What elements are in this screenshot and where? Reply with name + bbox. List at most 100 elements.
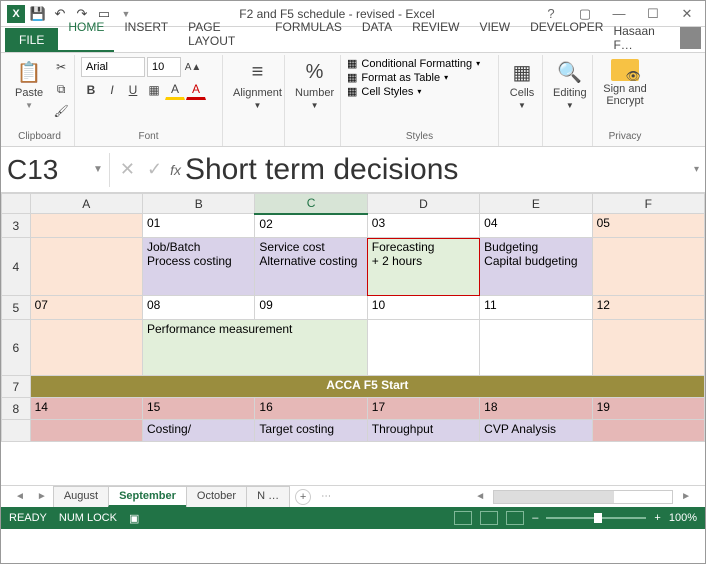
fill-color-button[interactable]: A — [165, 80, 185, 100]
cell[interactable]: Target costing — [255, 420, 367, 442]
cell[interactable]: 15 — [143, 398, 255, 420]
font-color-button[interactable]: A — [186, 80, 206, 100]
italic-button[interactable]: I — [102, 80, 122, 100]
cell[interactable]: 10 — [367, 296, 479, 320]
row-header-7[interactable]: 7 — [2, 376, 31, 398]
cell-styles-button[interactable]: ▦Cell Styles▾ — [347, 85, 480, 98]
row-header-3[interactable]: 3 — [2, 214, 31, 238]
cell[interactable] — [592, 420, 704, 442]
cell[interactable] — [30, 238, 142, 296]
row-header-5[interactable]: 5 — [2, 296, 31, 320]
underline-button[interactable]: U — [123, 80, 143, 100]
spreadsheet-grid[interactable]: ABCDEF301020304054Job/Batch Process cost… — [1, 193, 705, 485]
column-header-E[interactable]: E — [480, 194, 592, 214]
cell[interactable] — [30, 214, 142, 238]
hscroll-left-icon[interactable]: ◄ — [469, 491, 491, 502]
cell[interactable]: 04 — [480, 214, 592, 238]
row-header-4[interactable]: 4 — [2, 238, 31, 296]
zoom-slider[interactable] — [546, 517, 646, 519]
copy-icon[interactable]: ⧉ — [51, 79, 71, 99]
cell[interactable]: 08 — [143, 296, 255, 320]
cell[interactable]: Service cost Alternative costing — [255, 238, 367, 296]
cell[interactable]: 02 — [255, 214, 367, 238]
tab-view[interactable]: VIEW — [469, 15, 520, 52]
cell[interactable]: Performance measurement — [143, 320, 368, 376]
tab-data[interactable]: DATA — [352, 15, 402, 52]
formula-input[interactable] — [185, 153, 690, 187]
close-icon[interactable]: ✕ — [673, 6, 701, 22]
cells-button[interactable]: ▦Cells▼ — [505, 57, 539, 112]
paste-button[interactable]: 📋 Paste ▼ — [11, 57, 47, 112]
cell[interactable] — [30, 420, 142, 442]
grow-font-icon[interactable]: A▲ — [183, 57, 203, 77]
view-page-break-button[interactable] — [506, 511, 524, 525]
column-header-A[interactable]: A — [30, 194, 142, 214]
cell[interactable]: Job/Batch Process costing — [143, 238, 255, 296]
cell[interactable]: 03 — [367, 214, 479, 238]
name-box-dropdown-icon[interactable]: ▼ — [89, 164, 107, 175]
horizontal-scrollbar[interactable] — [493, 490, 673, 504]
view-page-layout-button[interactable] — [480, 511, 498, 525]
cell[interactable]: Budgeting Capital budgeting — [480, 238, 592, 296]
account-user[interactable]: Hasaan F… — [613, 24, 701, 52]
conditional-formatting-button[interactable]: ▦Conditional Formatting▾ — [347, 57, 480, 70]
number-button[interactable]: %Number▼ — [291, 57, 338, 112]
formula-expand-icon[interactable]: ▾ — [694, 164, 699, 175]
sheet-tab-september[interactable]: September — [108, 486, 187, 507]
cut-icon[interactable]: ✂ — [51, 57, 71, 77]
cell[interactable] — [480, 320, 592, 376]
column-header-F[interactable]: F — [592, 194, 704, 214]
sheet-nav-prev-icon[interactable]: ◄ — [9, 491, 31, 502]
view-normal-button[interactable] — [454, 511, 472, 525]
cell[interactable]: CVP Analysis — [480, 420, 592, 442]
font-name-input[interactable] — [81, 57, 145, 77]
sign-encrypt-button[interactable]: Sign and Encrypt — [599, 57, 651, 109]
enter-icon[interactable]: ✓ — [143, 159, 166, 180]
row-header-8[interactable]: 8 — [2, 398, 31, 420]
editing-button[interactable]: 🔍Editing▼ — [549, 57, 591, 112]
cell[interactable]: 17 — [367, 398, 479, 420]
sheet-nav-next-icon[interactable]: ► — [31, 491, 53, 502]
column-header-B[interactable]: B — [143, 194, 255, 214]
tab-developer[interactable]: DEVELOPER — [520, 15, 613, 52]
save-icon[interactable]: 💾 — [29, 5, 47, 23]
cell[interactable] — [592, 238, 704, 296]
row-header-[interactable] — [2, 420, 31, 442]
fx-icon[interactable]: fx — [170, 162, 181, 178]
alignment-button[interactable]: ≡Alignment▼ — [229, 57, 286, 112]
sheet-more-icon[interactable]: ⋯ — [315, 491, 337, 502]
tab-page-layout[interactable]: PAGE LAYOUT — [178, 15, 265, 52]
cell[interactable]: Throughput — [367, 420, 479, 442]
cell[interactable] — [30, 320, 142, 376]
tab-formulas[interactable]: FORMULAS — [265, 15, 352, 52]
bold-button[interactable]: B — [81, 80, 101, 100]
cell[interactable]: Costing/ — [143, 420, 255, 442]
tab-insert[interactable]: INSERT — [114, 15, 178, 52]
new-sheet-button[interactable]: + — [295, 489, 311, 505]
maximize-icon[interactable]: ☐ — [639, 6, 667, 22]
sheet-tab-n-[interactable]: N … — [246, 486, 290, 507]
cell[interactable]: 05 — [592, 214, 704, 238]
cell[interactable]: 07 — [30, 296, 142, 320]
macro-record-icon[interactable]: ▣ — [129, 512, 139, 525]
tab-home[interactable]: HOME — [58, 15, 114, 52]
tab-review[interactable]: REVIEW — [402, 15, 469, 52]
format-painter-icon[interactable]: 🖌 — [51, 101, 71, 121]
cell[interactable]: 01 — [143, 214, 255, 238]
zoom-out-button[interactable]: – — [532, 512, 538, 524]
column-header-C[interactable]: C — [255, 194, 367, 214]
format-as-table-button[interactable]: ▦Format as Table▾ — [347, 71, 480, 84]
row-header-6[interactable]: 6 — [2, 320, 31, 376]
select-all-button[interactable] — [2, 194, 31, 214]
cancel-icon[interactable]: ✕ — [116, 159, 139, 180]
sheet-tab-october[interactable]: October — [186, 486, 247, 507]
font-size-input[interactable] — [147, 57, 181, 77]
cell[interactable]: 09 — [255, 296, 367, 320]
cell[interactable]: Forecasting + 2 hours — [367, 238, 479, 296]
cell[interactable]: 16 — [255, 398, 367, 420]
tab-file[interactable]: FILE — [5, 28, 58, 52]
cell[interactable]: 11 — [480, 296, 592, 320]
cell[interactable]: ACCA F5 Start — [30, 376, 704, 398]
cell[interactable]: 18 — [480, 398, 592, 420]
hscroll-right-icon[interactable]: ► — [675, 491, 697, 502]
